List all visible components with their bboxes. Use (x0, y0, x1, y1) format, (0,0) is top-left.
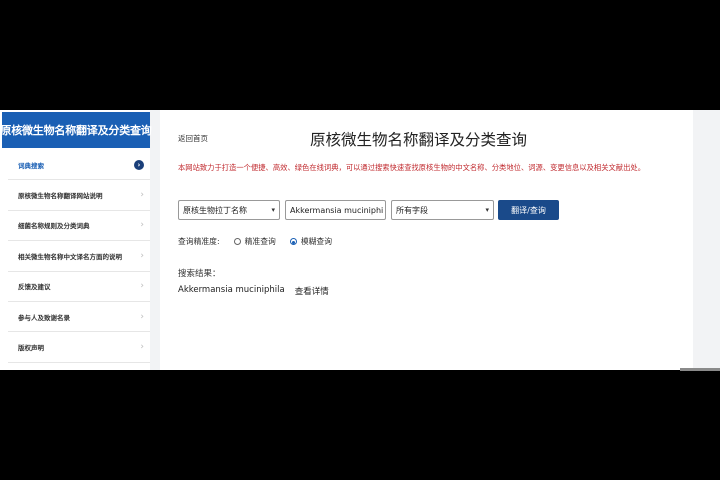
results-label: 搜索结果： (178, 269, 221, 279)
chevron-right-circle-icon: › (134, 159, 144, 170)
radio-button-selected[interactable] (289, 238, 297, 245)
sidebar-item-dictionary-search[interactable]: 词典搜索 › (8, 150, 150, 181)
chevron-right-icon: › (140, 250, 144, 261)
back-home-link[interactable]: 返回首页 (178, 133, 208, 144)
sidebar-item-contributors[interactable]: 参与人及致谢名录 › (8, 302, 150, 333)
chevron-right-icon: › (140, 220, 144, 231)
chevron-down-icon: ▾ (271, 206, 275, 214)
result-item: Akkermansia muciniphila 查看详情 (178, 285, 329, 297)
name-type-select[interactable]: 原核生物拉丁名称 ▾ (178, 200, 280, 220)
sidebar-item-feedback[interactable]: 反馈及建议 › (8, 272, 150, 302)
radio-fuzzy[interactable]: 模糊查询 (289, 236, 332, 247)
sidebar-item-label: 相关微生物名称中文译名方面的说明 (18, 252, 122, 261)
sidebar: 原核微生物名称翻译及分类查询 词典搜索 › 原核微生物名称翻译网站说明 › 细菌… (0, 110, 152, 370)
site-description: 本网站致力于打造一个便捷、高效、绿色在线词典，可以通过搜索快速查找原核生物的中文… (178, 163, 645, 172)
page-title: 原核微生物名称翻译及分类查询 (310, 131, 528, 149)
search-input[interactable]: Akkermansia muciniphi (285, 200, 386, 220)
result-name: Akkermansia muciniphila (178, 285, 285, 295)
app-frame: 原核微生物名称翻译及分类查询 词典搜索 › 原核微生物名称翻译网站说明 › 细菌… (0, 110, 720, 370)
field-select[interactable]: 所有字段 ▾ (391, 200, 494, 220)
sidebar-item-copyright[interactable]: 版权声明 › (8, 332, 150, 363)
sidebar-title: 原核微生物名称翻译及分类查询 (0, 112, 152, 148)
chevron-right-icon: › (140, 190, 144, 201)
radio-label: 模糊查询 (300, 237, 332, 246)
precision-options: 查询精准度: 精准查询 模糊查询 (178, 236, 332, 247)
chevron-right-icon: › (140, 342, 144, 353)
select-value: 所有字段 (396, 205, 428, 215)
chevron-down-icon: ▾ (485, 206, 489, 214)
sidebar-nav: 词典搜索 › 原核微生物名称翻译网站说明 › 细菌名称规则及分类词典 › 相关微… (8, 150, 150, 363)
main-panel: 返回首页 原核微生物名称翻译及分类查询 本网站致力于打造一个便捷、高效、绿色在线… (160, 110, 693, 370)
view-details-link[interactable]: 查看详情 (295, 285, 329, 297)
scroll-indicator (680, 368, 720, 371)
sidebar-item-label: 细菌名称规则及分类词典 (18, 222, 90, 231)
select-value: 原核生物拉丁名称 (183, 205, 247, 215)
radio-label: 精准查询 (244, 237, 276, 246)
sidebar-item-translation-notes[interactable]: 相关微生物名称中文译名方面的说明 › (8, 241, 150, 272)
sidebar-item-site-description[interactable]: 原核微生物名称翻译网站说明 › (8, 180, 150, 211)
sidebar-item-classification-dictionary[interactable]: 细菌名称规则及分类词典 › (8, 211, 150, 242)
sidebar-item-label: 反馈及建议 (18, 283, 51, 292)
radio-button[interactable] (233, 238, 241, 245)
precision-label: 查询精准度: (178, 237, 220, 246)
radio-exact[interactable]: 精准查询 (233, 236, 276, 247)
sidebar-item-label: 原核微生物名称翻译网站说明 (18, 192, 103, 201)
chevron-right-icon: › (140, 311, 144, 322)
sidebar-item-label: 词典搜索 (18, 161, 44, 170)
chevron-right-icon: › (140, 281, 144, 292)
sidebar-item-label: 参与人及致谢名录 (18, 313, 70, 322)
search-input-value: Akkermansia muciniphi (290, 205, 384, 215)
sidebar-item-label: 版权声明 (18, 344, 44, 353)
translate-search-button[interactable]: 翻译/查询 (498, 200, 559, 220)
